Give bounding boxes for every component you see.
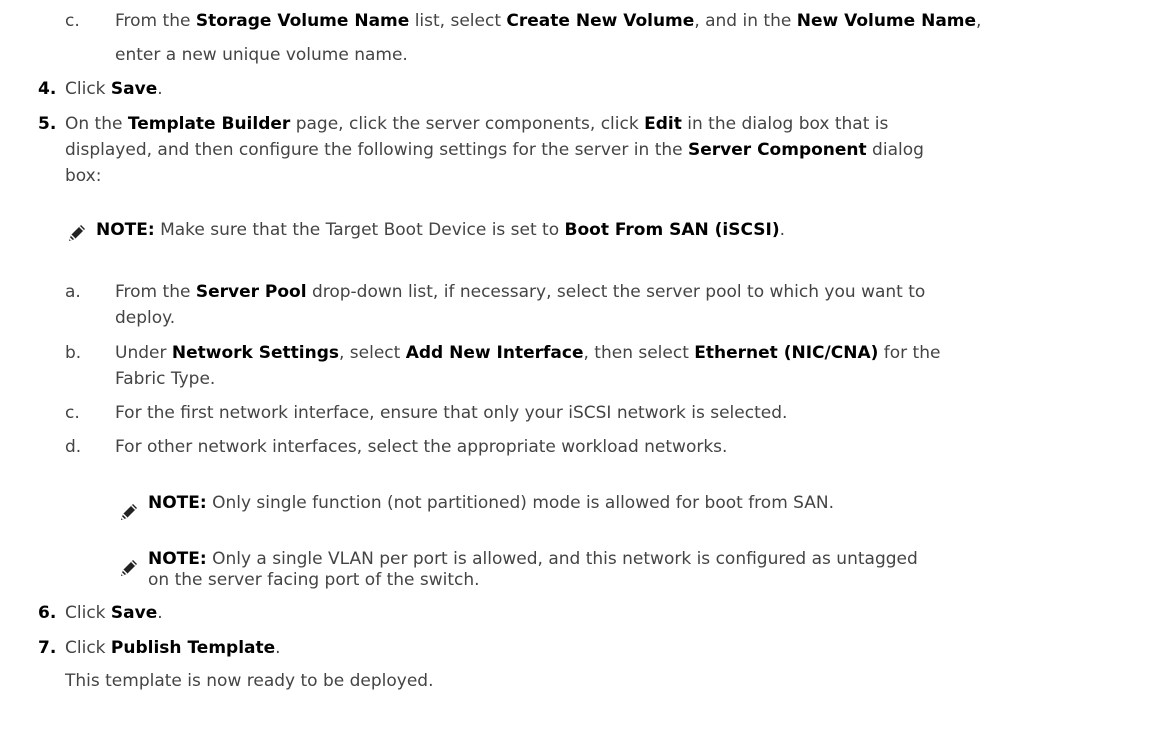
text: , select	[339, 343, 406, 363]
note-label: NOTE:	[96, 220, 155, 240]
step-number: 4.	[38, 79, 57, 99]
text: Make sure that the Target Boot Device is…	[154, 220, 565, 240]
text: dialog	[866, 140, 924, 160]
sub-d-text: For other network interfaces, select the…	[115, 437, 728, 457]
step-number: 7.	[38, 638, 57, 658]
bold-term: Publish Template	[110, 638, 276, 658]
bold-term: Network Settings	[171, 343, 339, 363]
text: ,	[976, 11, 982, 31]
text: .	[157, 603, 163, 623]
bold-term: Server Pool	[195, 282, 307, 302]
bold-term: Save	[110, 603, 158, 623]
text: in the dialog box that is	[681, 114, 889, 134]
list-letter: d.	[65, 437, 82, 457]
list-letter: b.	[65, 343, 82, 363]
text: , and in the	[694, 11, 797, 31]
text: Click	[65, 638, 111, 658]
text: Only single function (not partitioned) m…	[206, 493, 835, 513]
text: .	[779, 220, 786, 240]
pencil-note-icon	[118, 557, 140, 579]
sub-c-text: For the first network interface, ensure …	[115, 403, 788, 423]
text: Click	[65, 79, 111, 99]
bold-term: Server Component	[688, 140, 867, 160]
text: Only a single VLAN per port is allowed, …	[206, 549, 918, 569]
text: On the	[65, 114, 128, 134]
step-5-line-2: displayed, and then configure the follow…	[65, 138, 924, 162]
bold-term: Storage Volume Name	[195, 11, 410, 31]
text: Under	[115, 343, 172, 363]
pencil-note-icon	[118, 501, 140, 523]
sub-b-line-1: Under Network Settings, select Add New I…	[115, 341, 940, 365]
text: .	[157, 79, 163, 99]
text: displayed, and then configure the follow…	[65, 140, 688, 160]
bold-term: Add New Interface	[405, 343, 584, 363]
text: for the	[878, 343, 941, 363]
text: page, click the server components, click	[290, 114, 645, 134]
bold-term: New Volume Name	[796, 11, 977, 31]
text: Click	[65, 603, 111, 623]
list-letter: c.	[65, 403, 80, 423]
note-label: NOTE:	[148, 493, 207, 513]
bold-term: Save	[110, 79, 158, 99]
note-3-line-2: on the server facing port of the switch.	[148, 570, 480, 590]
text: list, select	[409, 11, 507, 31]
step-3c-line-2: enter a new unique volume name.	[115, 45, 408, 65]
sub-b-line-2: Fabric Type.	[115, 369, 216, 389]
sub-a-line-2: deploy.	[115, 308, 176, 328]
step-5-line-3: box:	[65, 166, 102, 186]
note-1: NOTE: Make sure that the Target Boot Dev…	[96, 218, 785, 242]
step-number: 6.	[38, 603, 57, 623]
step-3c-line-1: From the Storage Volume Name list, selec…	[115, 9, 981, 33]
note-2: NOTE: Only single function (not partitio…	[148, 491, 834, 515]
step-6-text: Click Save.	[65, 601, 163, 625]
list-letter: a.	[65, 282, 81, 302]
text: .	[275, 638, 281, 658]
step-5-line-1: On the Template Builder page, click the …	[65, 112, 888, 136]
step-4-text: Click Save.	[65, 77, 163, 101]
step-7-line-2: This template is now ready to be deploye…	[65, 671, 434, 691]
bold-term: Ethernet (NIC/CNA)	[694, 343, 879, 363]
text: , then select	[583, 343, 695, 363]
sub-a-line-1: From the Server Pool drop-down list, if …	[115, 280, 925, 304]
text: From the	[115, 282, 196, 302]
bold-term: Boot From SAN (iSCSI)	[564, 220, 780, 240]
text: drop-down list, if necessary, select the…	[306, 282, 926, 302]
note-label: NOTE:	[148, 549, 207, 569]
step-7-line-1: Click Publish Template.	[65, 636, 281, 660]
bold-term: Create New Volume	[506, 11, 695, 31]
step-number: 5.	[38, 114, 57, 134]
bold-term: Edit	[644, 114, 682, 134]
bold-term: Template Builder	[127, 114, 291, 134]
text: From the	[115, 11, 196, 31]
list-letter: c.	[65, 11, 80, 31]
pencil-note-icon	[66, 222, 88, 244]
